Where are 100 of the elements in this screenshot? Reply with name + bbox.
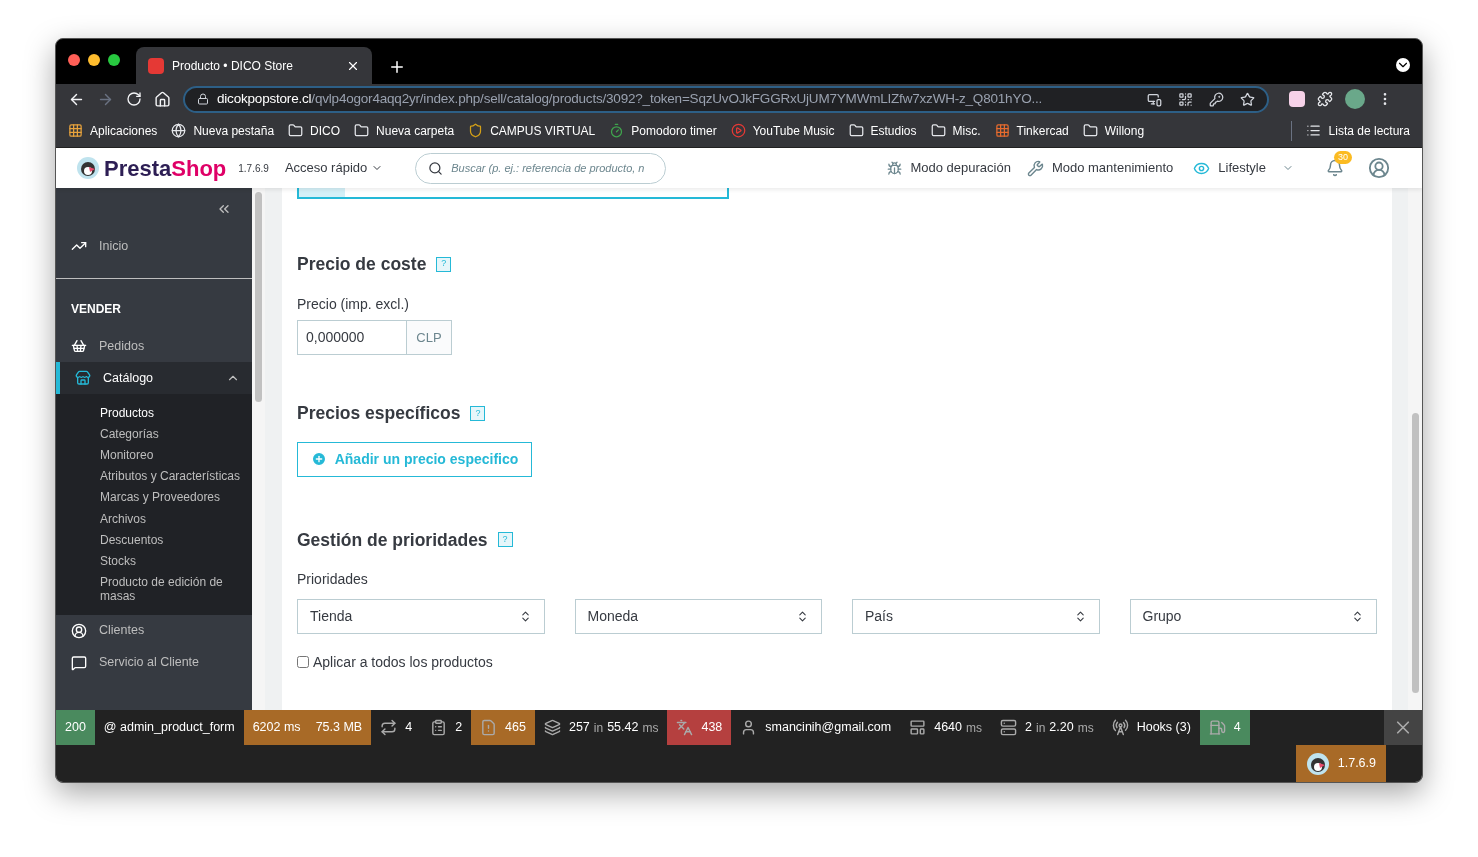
bookmark-item[interactable]: Pomodoro timer	[609, 121, 717, 140]
bookmark-item[interactable]: Nueva carpeta	[354, 121, 455, 140]
folder-icon	[354, 123, 370, 138]
list-icon	[1305, 123, 1321, 138]
submenu-item[interactable]: Stocks	[56, 550, 252, 572]
prestashop-logo-text: PrestaShop	[104, 154, 227, 183]
price-input-group[interactable]: 0,000000 CLP	[297, 320, 452, 356]
submenu-item[interactable]: Atributos y Características	[56, 465, 252, 487]
sidebar-item[interactable]: Clientes	[56, 614, 252, 647]
bookmark-item[interactable]: DICO	[288, 121, 341, 140]
address-bar[interactable]: dicokpopstore.cl/qvlp4ogor4aqq2yr/index.php/sell/catalog/products/3092?_token=SqzUvOJkFGGRxUjUM7YMWmLIZfw7xzWH-z_Q801hYO...	[183, 85, 1269, 113]
tab-title: Producto • DICO Store	[172, 57, 294, 75]
submenu-item[interactable]: Producto de edición de masas	[56, 571, 252, 607]
bookmark-favicon-icon	[68, 123, 83, 138]
close-window-button[interactable]	[68, 53, 80, 66]
bookmark-item[interactable]: YouTube Music	[730, 121, 835, 140]
version-label: 1.7.6.9	[238, 161, 269, 176]
priority-select[interactable]: Tienda	[297, 598, 545, 634]
debug-toolbar-item[interactable]: 4	[1199, 710, 1250, 745]
section-title: Precios específicos	[297, 402, 461, 426]
debug-toolbar-item[interactable]: 257 in 55.42 ms	[534, 710, 668, 745]
new-tab-icon[interactable]	[388, 58, 406, 76]
submenu-item[interactable]: Descuentos	[56, 529, 252, 551]
submenu-item[interactable]: Marcas y Proveedores	[56, 486, 252, 508]
bug-icon	[887, 160, 903, 176]
maintenance-mode-link[interactable]: Modo mantenimiento	[1026, 158, 1174, 178]
shop-selector[interactable]: Lifestyle	[1193, 158, 1294, 178]
bookmark-item[interactable]: CAMPUS VIRTUAL	[468, 121, 596, 140]
debug-toolbar-item[interactable]: smancinih@gmail.com	[731, 710, 901, 745]
section-title: Gestión de prioridades	[297, 528, 488, 552]
section-title: Precio de coste	[297, 253, 427, 276]
debug-toolbar-item[interactable]: 438	[667, 710, 732, 745]
apply-all-checkbox[interactable]	[297, 656, 309, 669]
browser-tab[interactable]: Producto • DICO Store	[136, 47, 372, 84]
tab-search-icon[interactable]	[1396, 58, 1410, 72]
layout-icon	[909, 719, 927, 736]
select-arrows-icon	[796, 609, 809, 623]
scrollbar-thumb[interactable]	[1411, 413, 1419, 693]
submenu-item[interactable]: Monitoreo	[56, 444, 252, 466]
extensions-icon[interactable]	[1317, 91, 1333, 107]
fuel-pump-icon	[1208, 719, 1226, 736]
bookmark-favicon-icon	[609, 123, 625, 138]
sidebar-item[interactable]: Inicio	[56, 230, 252, 262]
key-icon[interactable]	[1209, 91, 1224, 107]
bookmark-favicon-icon	[171, 123, 187, 138]
submenu-item[interactable]: Archivos	[56, 507, 252, 530]
debug-toolbar-item[interactable]: 200	[56, 710, 95, 745]
antenna-icon	[1111, 719, 1129, 736]
debug-mode-link[interactable]: Modo depuración	[887, 158, 1011, 178]
debug-toolbar-item[interactable]: 2	[421, 710, 472, 745]
zoom-window-button[interactable]	[108, 53, 120, 66]
quick-access-dropdown[interactable]: Acceso rápido	[284, 158, 384, 178]
notifications-icon[interactable]	[1326, 159, 1344, 177]
devices-icon[interactable]	[1147, 91, 1162, 107]
wrench-icon	[1026, 159, 1044, 177]
sidebar-item[interactable]: Pedidos	[56, 330, 252, 362]
bookmark-item[interactable]: Aplicaciones	[68, 121, 158, 140]
submenu-item[interactable]: Productos	[56, 402, 252, 424]
folder-icon	[930, 123, 946, 138]
reload-icon[interactable]	[126, 91, 142, 107]
debug-toolbar-item[interactable]: @ admin_product_form	[94, 710, 244, 745]
bookmark-item[interactable]: Willong	[1082, 121, 1145, 140]
qr-code-icon[interactable]	[1178, 91, 1193, 107]
bookmark-item[interactable]: Nueva pestaña	[171, 121, 275, 140]
account-icon[interactable]	[1368, 157, 1390, 179]
folder-icon	[1082, 123, 1098, 138]
priority-select[interactable]: País	[852, 598, 1100, 634]
user-circle-icon	[71, 622, 87, 639]
priority-select[interactable]: Moneda	[574, 598, 822, 634]
minimize-window-button[interactable]	[88, 53, 100, 66]
sidebar-item[interactable]: Catálogo	[56, 362, 252, 394]
submenu-item[interactable]: Categorías	[56, 423, 252, 445]
reading-list-button[interactable]: Lista de lectura	[1305, 121, 1410, 140]
bookmark-favicon-icon	[730, 123, 746, 138]
store-icon	[75, 370, 91, 386]
repeat-icon	[380, 719, 398, 736]
debug-toolbar-item[interactable]: 6202 ms 75.3 MB	[243, 710, 372, 745]
bookmark-item[interactable]: Tinkercad	[994, 121, 1069, 140]
bookmark-item[interactable]: Estudios	[848, 121, 917, 140]
field-label: Prioridades	[297, 569, 369, 589]
debug-toolbar-item[interactable]: 2 in 2.20 ms	[991, 710, 1103, 745]
basket-icon	[71, 338, 87, 354]
close-toolbar-icon[interactable]	[1384, 710, 1422, 745]
search-icon	[428, 160, 444, 176]
debug-toolbar-item[interactable]: 465	[471, 710, 535, 745]
sidebar-item[interactable]: Servicio al Cliente	[56, 646, 252, 679]
scrollbar-thumb[interactable]	[255, 192, 262, 402]
lock-icon	[197, 93, 209, 105]
puffin-logo-icon	[1305, 751, 1330, 776]
profile-avatar-icon[interactable]	[1345, 89, 1365, 109]
chat-icon	[71, 654, 87, 671]
debug-toolbar-item[interactable]: 4	[371, 710, 422, 745]
plus-circle-icon	[310, 451, 327, 467]
home-icon[interactable]	[154, 90, 171, 108]
debug-toolbar-item[interactable]: Hooks (3)	[1102, 710, 1200, 745]
checkbox-label: Aplicar a todos los productos	[313, 652, 493, 672]
bookmark-star-icon[interactable]	[1240, 91, 1255, 107]
priority-select[interactable]: Grupo	[1129, 598, 1377, 634]
bookmark-item[interactable]: Misc.	[930, 121, 981, 140]
debug-toolbar-item[interactable]: 4640 ms	[900, 710, 992, 745]
